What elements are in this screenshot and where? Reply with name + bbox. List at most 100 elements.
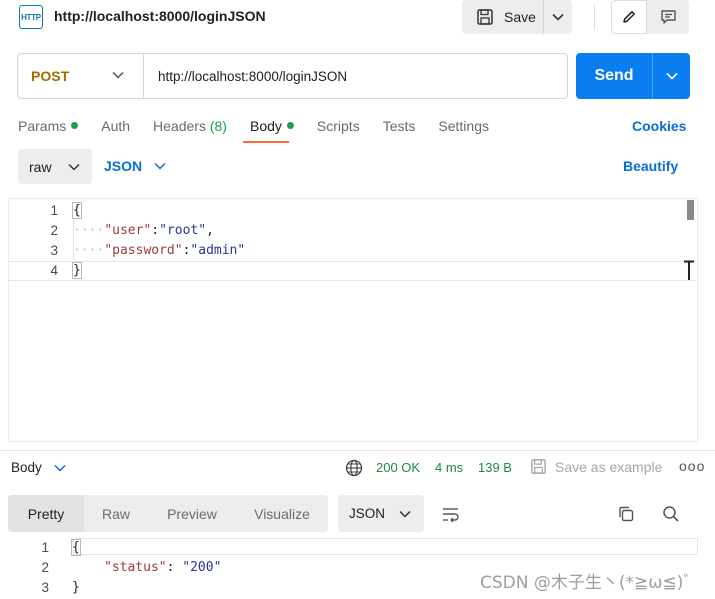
save-button[interactable]: Save — [462, 0, 544, 34]
send-button[interactable]: Send — [576, 67, 652, 85]
text-cursor-icon — [682, 260, 696, 282]
json-key: "status" — [104, 560, 167, 575]
save-icon — [531, 459, 546, 474]
json-value: "200" — [182, 560, 222, 575]
tab-body[interactable]: Body — [250, 118, 294, 134]
chevron-down-icon — [552, 13, 564, 21]
response-view-tabs: Pretty Raw Preview Visualize — [8, 495, 328, 532]
headers-count-badge: (8) — [209, 118, 227, 134]
response-format-select[interactable]: JSON — [338, 495, 424, 532]
line-number: 2 — [41, 560, 49, 575]
response-size[interactable]: 139 B — [478, 460, 512, 475]
code-text: ····"user":"root", — [73, 221, 214, 241]
tab-params-label: Params — [18, 118, 67, 134]
code-text: ····"password":"admin" — [73, 241, 245, 261]
response-format-label: JSON — [349, 506, 386, 521]
response-section-select[interactable]: Body — [11, 460, 66, 475]
line-number: 3 — [50, 243, 58, 258]
tab-settings[interactable]: Settings — [438, 118, 489, 134]
method-select[interactable]: POST — [18, 54, 144, 98]
save-icon — [477, 9, 493, 25]
request-body-editor[interactable]: 1 { 2 ····"user":"root", 3 ····"password… — [8, 198, 698, 442]
chevron-down-icon — [154, 162, 166, 170]
whitespace-marker: ···· — [73, 243, 105, 258]
more-options-icon[interactable]: ooo — [679, 458, 705, 474]
view-tab-visualize[interactable]: Visualize — [236, 495, 328, 532]
request-title[interactable]: http://localhost:8000/loginJSON — [54, 8, 266, 24]
brace: { — [71, 539, 81, 556]
request-tabs: Params Auth Headers (8) Body Scripts Tes… — [18, 118, 512, 134]
editor-scrollbar[interactable] — [687, 200, 694, 220]
method-label: POST — [31, 68, 70, 84]
chevron-down-icon — [68, 163, 80, 171]
url-input[interactable]: http://localhost:8000/loginJSON — [144, 69, 347, 84]
save-as-example-label: Save as example — [555, 458, 663, 475]
cookies-link[interactable]: Cookies — [632, 118, 686, 134]
view-tab-preview[interactable]: Preview — [148, 495, 236, 532]
tab-body-label: Body — [249, 118, 282, 134]
line-number: 4 — [50, 263, 58, 278]
line-number: 3 — [41, 580, 49, 595]
json-value: "root" — [159, 223, 207, 238]
chevron-down-icon — [112, 71, 124, 79]
comments-button[interactable] — [647, 0, 689, 34]
code-text: { — [72, 201, 82, 221]
body-format-select[interactable]: JSON — [104, 158, 166, 174]
body-type-select[interactable]: raw — [18, 149, 92, 184]
json-colon: : — [151, 223, 160, 238]
brace: { — [72, 202, 82, 219]
code-line-active: 4 } — [9, 261, 697, 281]
code-text: } — [72, 578, 80, 598]
line-number: 1 — [41, 540, 49, 555]
json-comma: , — [206, 223, 214, 238]
code-text: } — [72, 261, 82, 281]
line-number: 2 — [50, 223, 58, 238]
save-as-example-button[interactable]: Save as example — [530, 458, 662, 475]
wrap-lines-icon[interactable] — [441, 505, 461, 526]
globe-icon[interactable] — [345, 459, 363, 480]
watermark: CSDN @木子生丶(*≧ω≦)ﾞ — [480, 573, 692, 593]
pencil-icon — [623, 11, 635, 23]
json-key: "password" — [104, 243, 183, 258]
save-options-button[interactable] — [544, 0, 572, 34]
line-number: 1 — [50, 203, 58, 218]
save-group: Save — [462, 0, 572, 34]
response-status[interactable]: 200 OK — [376, 460, 420, 475]
copy-icon[interactable] — [617, 505, 635, 526]
search-icon[interactable] — [662, 505, 680, 526]
url-bar: POST http://localhost:8000/loginJSON — [17, 53, 568, 99]
chevron-down-icon — [665, 72, 678, 80]
view-tab-raw[interactable]: Raw — [84, 495, 148, 532]
json-value: "admin" — [190, 243, 246, 258]
chevron-down-icon — [54, 464, 66, 472]
brace: } — [72, 262, 82, 279]
chevron-down-icon — [399, 510, 411, 518]
code-line: 1 { — [8, 538, 708, 558]
body-type-label: raw — [29, 158, 52, 175]
tab-tests[interactable]: Tests — [383, 118, 416, 134]
code-line: 1 { — [9, 201, 697, 221]
code-text: { — [71, 538, 81, 558]
status-dot — [286, 122, 294, 129]
response-divider — [0, 450, 715, 451]
body-format-label: JSON — [104, 158, 143, 174]
tab-auth[interactable]: Auth — [101, 118, 130, 134]
beautify-button[interactable]: Beautify — [623, 158, 678, 174]
code-line: 3 ····"password":"admin" — [9, 241, 697, 261]
send-options-button[interactable] — [653, 72, 690, 80]
response-body-label: Body — [11, 460, 42, 475]
active-tab-indicator — [243, 141, 289, 143]
code-text: "status": "200" — [104, 558, 221, 578]
status-dot — [71, 122, 79, 129]
tab-headers[interactable]: Headers (8) — [153, 118, 227, 134]
tab-scripts[interactable]: Scripts — [317, 118, 360, 134]
send-button-group: Send — [576, 53, 690, 99]
view-tab-pretty[interactable]: Pretty — [8, 495, 84, 532]
whitespace-marker: ···· — [73, 223, 105, 238]
response-time[interactable]: 4 ms — [435, 460, 463, 475]
comment-icon — [660, 10, 676, 24]
indent-guide — [73, 219, 74, 261]
tab-params[interactable]: Params — [18, 118, 79, 134]
edit-button[interactable] — [611, 0, 647, 34]
save-label: Save — [504, 9, 536, 25]
